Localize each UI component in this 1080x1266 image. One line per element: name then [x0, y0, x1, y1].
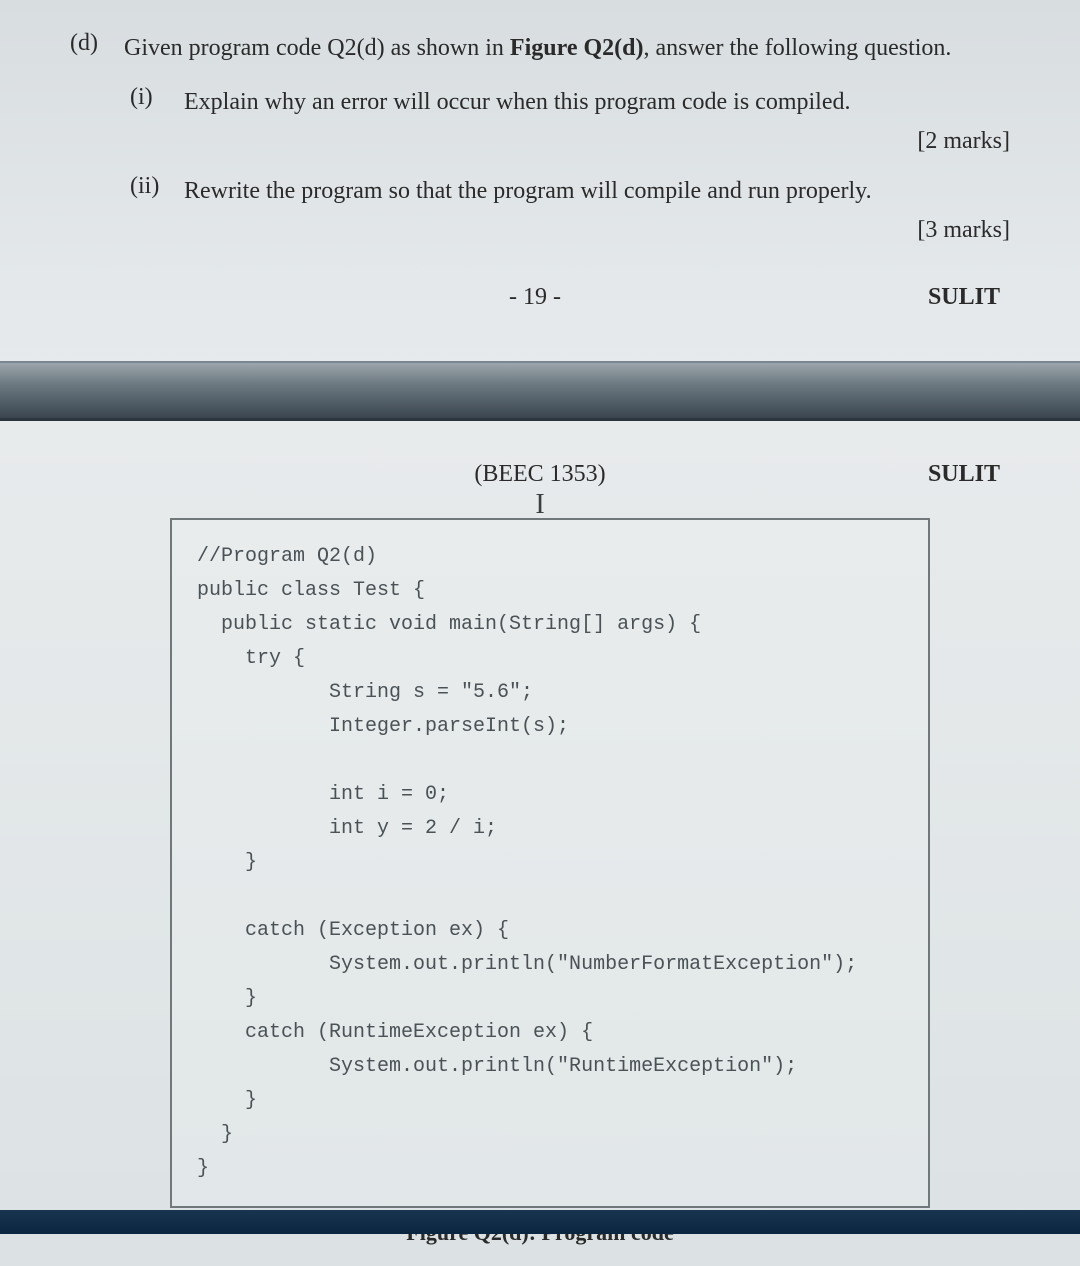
- question-d: (d) Given program code Q2(d) as shown in…: [70, 30, 1020, 66]
- code-line: public static void main(String[] args) {: [197, 613, 701, 636]
- code-line: }: [197, 987, 257, 1010]
- classification-header: SULIT: [880, 461, 1000, 488]
- code-box: //Program Q2(d) public class Test { publ…: [170, 518, 930, 1208]
- code-line: int y = 2 / i;: [197, 817, 497, 840]
- course-code-text: (BEEC 1353): [474, 461, 605, 487]
- code-line: }: [197, 1123, 233, 1146]
- page-bottom-section: (BEEC 1353) I SULIT //Program Q2(d) publ…: [0, 421, 1080, 1266]
- question-figure-ref: Figure Q2(d): [510, 35, 644, 61]
- code-line: }: [197, 1089, 257, 1112]
- sub-item-ii: (ii) Rewrite the program so that the pro…: [130, 173, 1020, 244]
- question-text: Given program code Q2(d) as shown in Fig…: [124, 30, 1014, 66]
- marks-ii: [3 marks]: [130, 217, 1020, 244]
- page-header-row: (BEEC 1353) I SULIT: [60, 461, 1020, 488]
- sub-label-i: (i): [130, 84, 180, 111]
- sub-item-i: (i) Explain why an error will occur when…: [130, 84, 1020, 155]
- classification-footer: SULIT: [880, 284, 1000, 311]
- code-line: }: [197, 1157, 209, 1180]
- sub-text-ii: Rewrite the program so that the program …: [184, 173, 1014, 209]
- page-footer-row: - 19 - SULIT: [70, 284, 1020, 311]
- question-text-after: , answer the following question.: [643, 35, 951, 61]
- code-line: int i = 0;: [197, 783, 449, 806]
- sub-text-i: Explain why an error will occur when thi…: [184, 84, 1014, 120]
- page-number: - 19 -: [190, 284, 880, 311]
- text-cursor-icon: I: [535, 489, 544, 521]
- marks-i: [2 marks]: [130, 128, 1020, 155]
- code-line: System.out.println("RuntimeException");: [197, 1055, 797, 1078]
- code-line: }: [197, 851, 257, 874]
- page-divider: [0, 361, 1080, 421]
- code-line: public class Test {: [197, 579, 425, 602]
- page-top-section: (d) Given program code Q2(d) as shown in…: [0, 0, 1080, 331]
- code-line: try {: [197, 647, 305, 670]
- code-line: catch (Exception ex) {: [197, 919, 509, 942]
- code-line: System.out.println("NumberFormatExceptio…: [197, 953, 857, 976]
- code-line: catch (RuntimeException ex) {: [197, 1021, 593, 1044]
- taskbar[interactable]: [0, 1210, 1080, 1234]
- code-line: String s = "5.6";: [197, 681, 533, 704]
- sub-label-ii: (ii): [130, 173, 180, 200]
- question-text-before: Given program code Q2(d) as shown in: [124, 35, 510, 61]
- course-code: (BEEC 1353) I: [200, 461, 880, 488]
- question-label: (d): [70, 30, 120, 57]
- code-line: //Program Q2(d): [197, 545, 377, 568]
- code-line: Integer.parseInt(s);: [197, 715, 569, 738]
